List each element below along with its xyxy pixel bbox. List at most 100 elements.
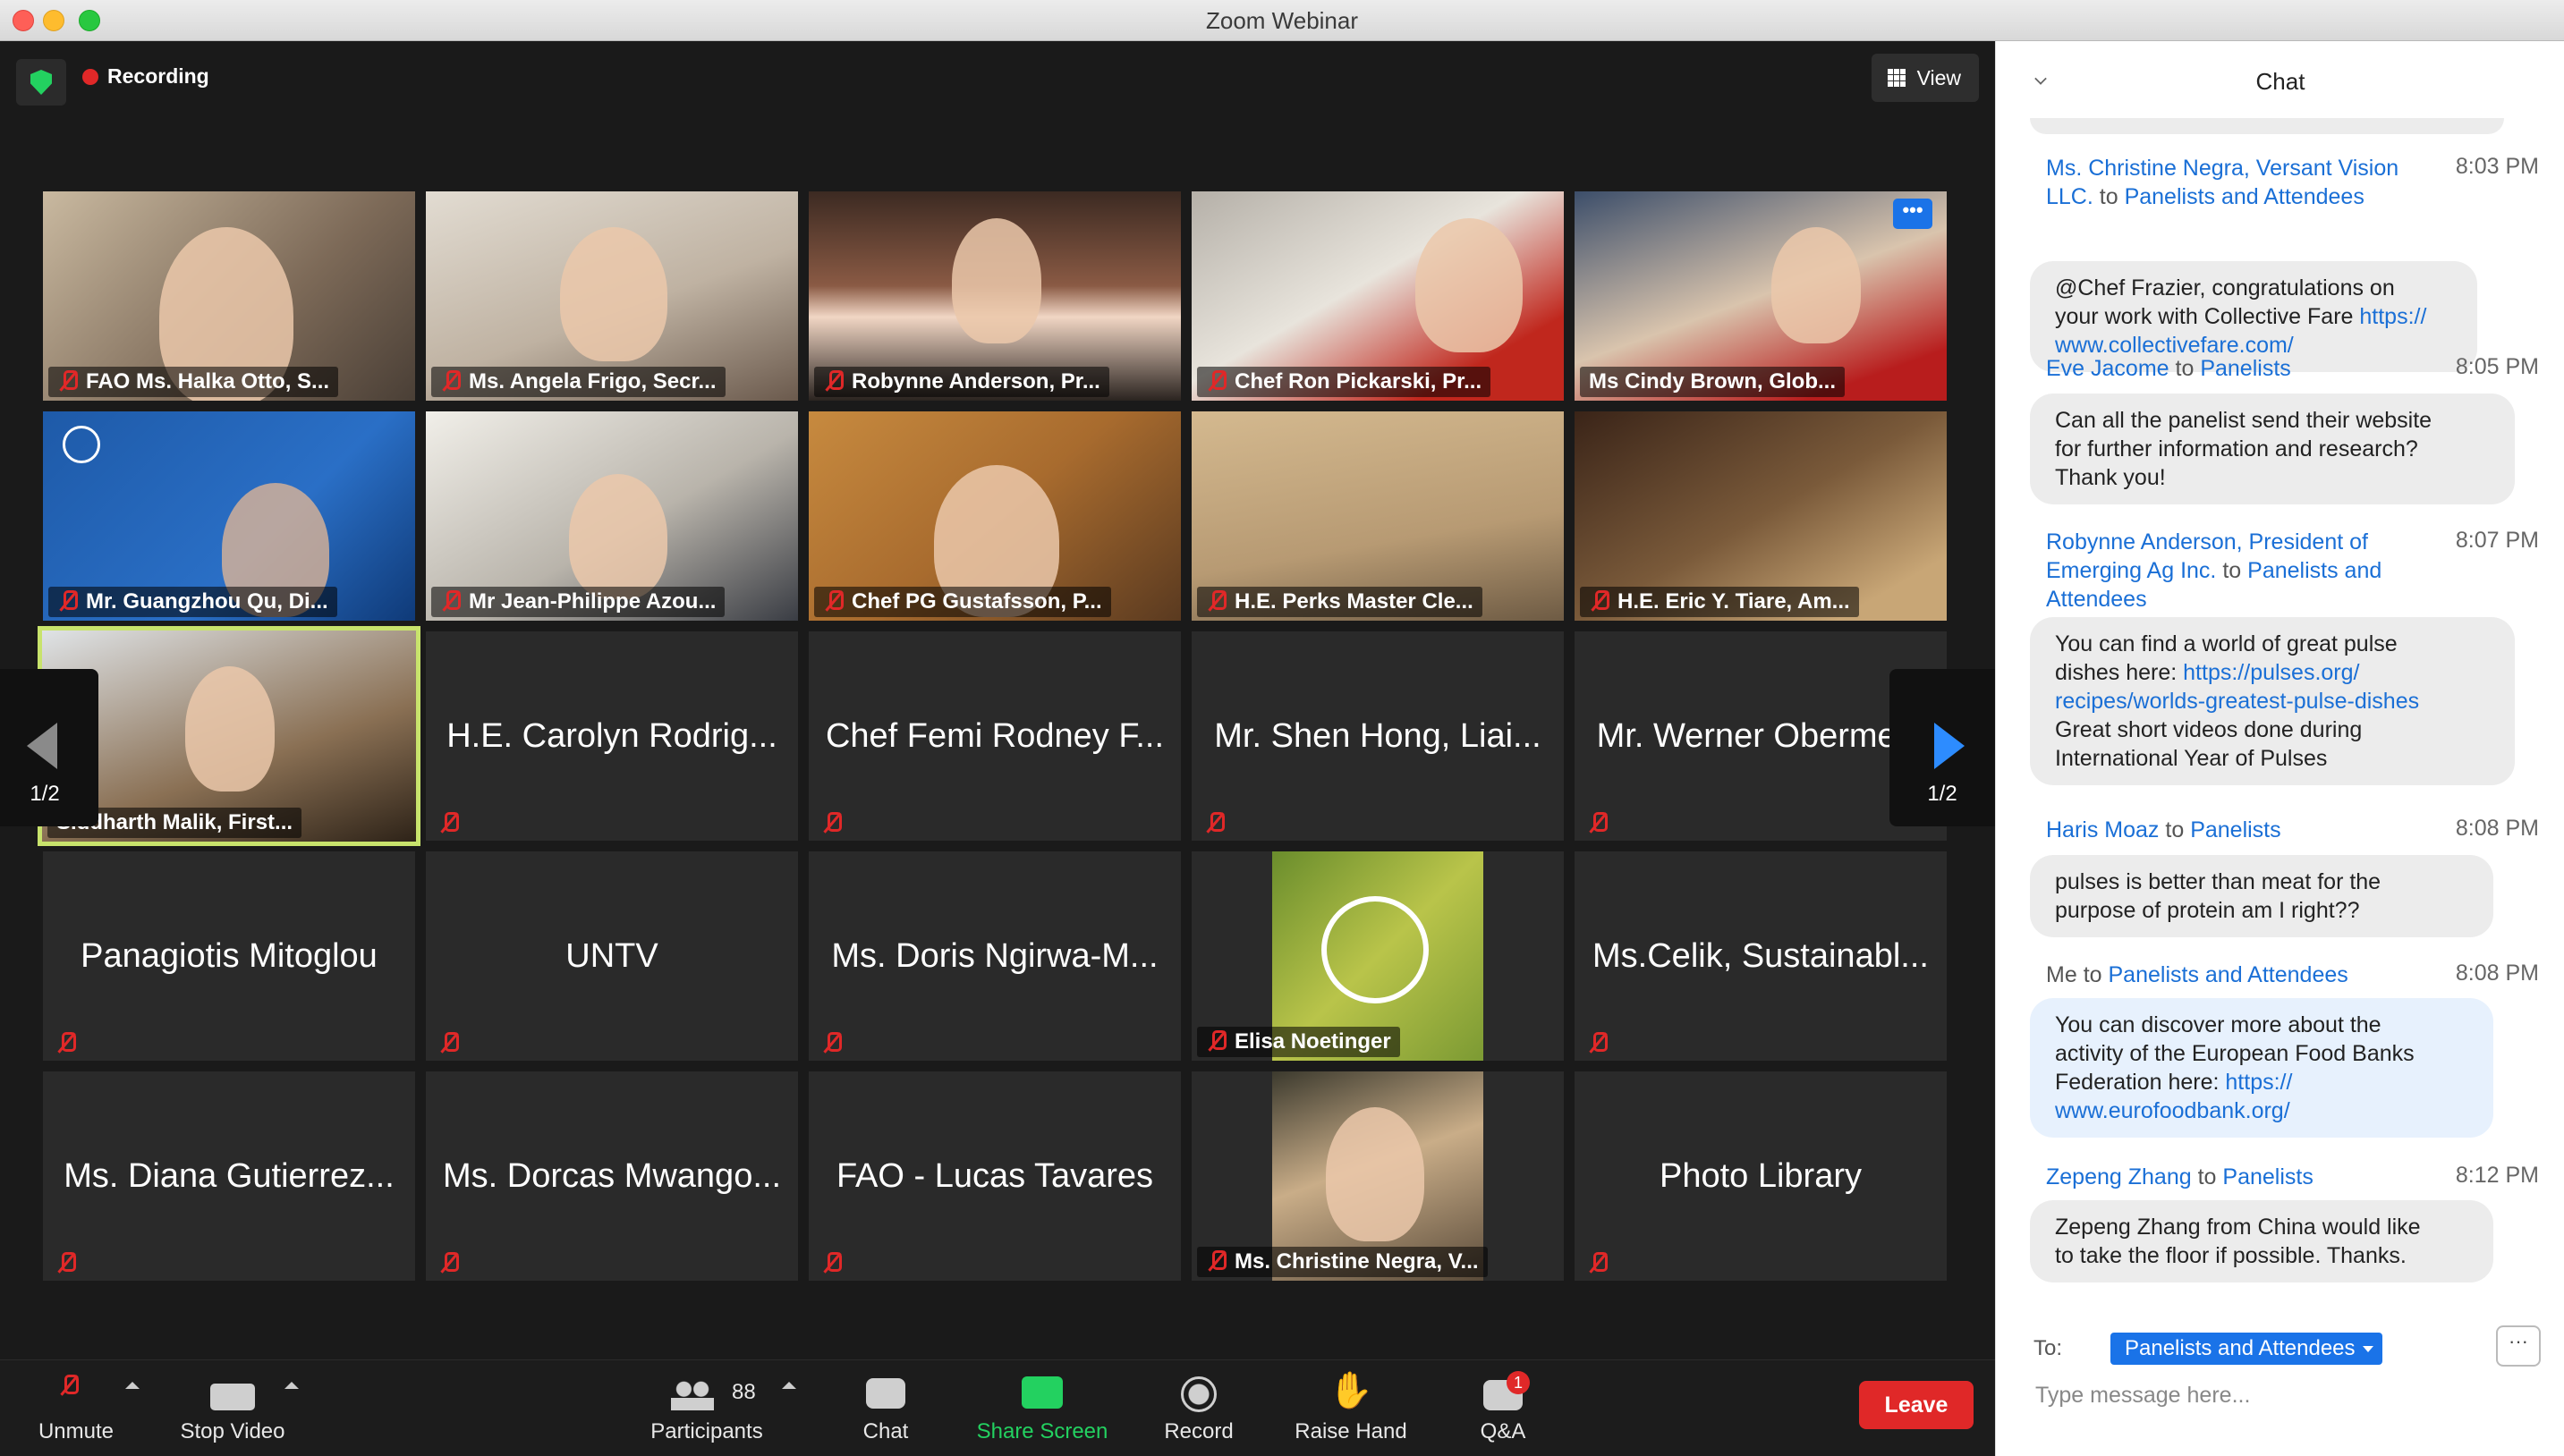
name-tile[interactable]: Ms. Doris Ngirwa-M...	[809, 851, 1181, 1061]
sender-name: Me	[2046, 962, 2077, 987]
chat-more-button[interactable]: ···	[2496, 1325, 2541, 1367]
message-link[interactable]: https://pulses.org/	[2183, 660, 2359, 685]
muted-mic-icon	[1589, 812, 1608, 834]
muted-mic-icon	[440, 1252, 459, 1274]
name-tile[interactable]: FAO - Lucas Tavares	[809, 1071, 1181, 1281]
view-button[interactable]: View	[1872, 54, 1979, 102]
sender-name[interactable]: Ms. Christine Negra, Versant Vision	[2046, 154, 2398, 182]
qa-button[interactable]: 1 Q&A	[1458, 1360, 1548, 1456]
sender-name[interactable]: Eve Jacome	[2046, 356, 2169, 381]
participants-icon	[671, 1380, 714, 1410]
chevron-right-icon	[1934, 723, 1965, 769]
recipient-name: Panelists and	[2247, 558, 2382, 583]
name-tile[interactable]: Ms. Diana Gutierrez...	[43, 1071, 415, 1281]
sender-name[interactable]: Haris Moaz	[2046, 817, 2159, 842]
muted-mic-icon	[823, 812, 842, 834]
muted-mic-icon	[1591, 590, 1609, 612]
recipient-name: Panelists and Attendees	[2108, 962, 2348, 987]
share-screen-button[interactable]: Share Screen	[966, 1360, 1118, 1456]
next-page-button[interactable]: 1/2	[1889, 669, 1995, 826]
more-options-button[interactable]: •••	[1893, 199, 1932, 229]
chat-message-bubble: You can find a world of great pulse dish…	[2030, 617, 2515, 785]
security-shield-button[interactable]	[16, 59, 66, 106]
chat-message-header: Haris Moaz to Panelists	[2046, 817, 2281, 842]
muted-mic-icon	[57, 1032, 76, 1054]
participant-name: H.E. Perks Master Cle...	[1235, 589, 1473, 614]
grid-icon	[1888, 69, 1906, 87]
record-icon	[1181, 1376, 1217, 1412]
participant-name: Mr Jean-Philippe Azou...	[469, 589, 717, 614]
muted-mic-icon	[442, 370, 461, 392]
page-indicator: 1/2	[30, 782, 60, 806]
chat-panel: Chat Ms. Christine Negra, Versant Vision…	[1995, 41, 2564, 1456]
record-dot-icon	[82, 69, 98, 85]
video-tile[interactable]: Chef PG Gustafsson, P...	[809, 411, 1181, 621]
video-tile[interactable]: ••• Ms Cindy Brown, Glob...	[1575, 191, 1947, 401]
chat-message-header: Robynne Anderson, President of Emerging …	[2046, 528, 2382, 612]
chat-message-bubble: You can discover more about the activity…	[2030, 998, 2493, 1138]
record-button[interactable]: Record	[1154, 1360, 1244, 1456]
message-time: 8:07 PM	[2455, 528, 2539, 553]
name-tile[interactable]: Mr. Shen Hong, Liai...	[1192, 631, 1564, 841]
video-tile[interactable]: Elisa Noetinger	[1192, 851, 1564, 1061]
participants-button[interactable]: 88 Participants	[635, 1360, 778, 1456]
video-tile[interactable]: Ms. Angela Frigo, Secr...	[426, 191, 798, 401]
chat-message-header: Me to Panelists and Attendees	[2046, 962, 2348, 987]
raise-hand-button[interactable]: ✋ Raise Hand	[1288, 1360, 1414, 1456]
name-tile[interactable]: Photo Library	[1575, 1071, 1947, 1281]
previous-page-button[interactable]: 1/2	[0, 669, 98, 826]
fao-logo-icon	[1321, 896, 1429, 1003]
chat-message-input[interactable]: Type message here...	[2035, 1383, 2250, 1409]
chat-button[interactable]: Chat	[841, 1360, 930, 1456]
participant-name: UNTV	[565, 936, 658, 975]
video-tile[interactable]: Robynne Anderson, Pr...	[809, 191, 1181, 401]
leave-button[interactable]: Leave	[1859, 1381, 1974, 1429]
audio-options-caret[interactable]	[125, 1382, 140, 1389]
stop-video-button[interactable]: Stop Video	[170, 1360, 295, 1456]
participant-name: FAO Ms. Halka Otto, S...	[86, 369, 330, 394]
message-time: 8:03 PM	[2455, 154, 2539, 179]
participant-name: H.E. Eric Y. Tiare, Am...	[1617, 589, 1850, 614]
name-tile[interactable]: H.E. Carolyn Rodrig...	[426, 631, 798, 841]
video-tile[interactable]: Chef Ron Pickarski, Pr...	[1192, 191, 1564, 401]
recipient-select[interactable]: Panelists and Attendees	[2110, 1333, 2382, 1365]
participant-name: H.E. Carolyn Rodrig...	[446, 716, 777, 755]
participant-name: Chef PG Gustafsson, P...	[852, 589, 1102, 614]
chat-message-bubble: Zepeng Zhang from China would like to ta…	[2030, 1200, 2493, 1282]
muted-mic-icon	[59, 370, 78, 392]
video-tile[interactable]: Mr Jean-Philippe Azou...	[426, 411, 798, 621]
sender-name[interactable]: Zepeng Zhang	[2046, 1164, 2192, 1189]
name-tile[interactable]: Panagiotis Mitoglou	[43, 851, 415, 1061]
video-tile[interactable]: H.E. Eric Y. Tiare, Am...	[1575, 411, 1947, 621]
muted-mic-icon	[823, 1252, 842, 1274]
video-options-caret[interactable]	[284, 1382, 299, 1389]
recipient-name: Panelists and Attendees	[2124, 184, 2364, 209]
message-link[interactable]: www.eurofoodbank.org/	[2055, 1096, 2468, 1125]
participants-options-caret[interactable]	[782, 1382, 796, 1389]
message-link[interactable]: https://	[2225, 1070, 2292, 1095]
video-tile[interactable]: FAO Ms. Halka Otto, S...	[43, 191, 415, 401]
video-tile[interactable]: H.E. Perks Master Cle...	[1192, 411, 1564, 621]
chat-recipient-row: To: Panelists and Attendees	[2033, 1333, 2382, 1365]
participant-name: Photo Library	[1659, 1156, 1862, 1195]
message-link[interactable]: https://	[2359, 304, 2426, 329]
name-tile[interactable]: Ms.Celik, Sustainabl...	[1575, 851, 1947, 1061]
chat-message-bubble: Can all the panelist send their website …	[2030, 394, 2515, 504]
meeting-toolbar: Unmute Stop Video 88 Participants Chat S…	[0, 1359, 1995, 1456]
name-tile[interactable]: Ms. Dorcas Mwango...	[426, 1071, 798, 1281]
chat-message-header: Ms. Christine Negra, Versant Vision LLC.…	[2046, 154, 2399, 209]
muted-mic-icon	[1589, 1032, 1608, 1054]
recipient-name: Panelists	[2222, 1164, 2314, 1189]
video-tile[interactable]: Mr. Guangzhou Qu, Di...	[43, 411, 415, 621]
share-screen-icon	[1022, 1376, 1063, 1409]
name-tile[interactable]: UNTV	[426, 851, 798, 1061]
participant-name: Ms. Diana Gutierrez...	[64, 1156, 395, 1195]
muted-mic-icon	[57, 1252, 76, 1274]
chat-header: Chat	[1996, 41, 2564, 122]
name-tile[interactable]: Chef Femi Rodney F...	[809, 631, 1181, 841]
unmute-button[interactable]: Unmute	[18, 1360, 134, 1456]
video-tile[interactable]: Ms. Christine Negra, V...	[1192, 1071, 1564, 1281]
message-link[interactable]: recipes/worlds-greatest-pulse-dishes	[2055, 687, 2490, 715]
muted-mic-icon	[1208, 590, 1227, 612]
sender-name[interactable]: Robynne Anderson, President of	[2046, 528, 2381, 556]
